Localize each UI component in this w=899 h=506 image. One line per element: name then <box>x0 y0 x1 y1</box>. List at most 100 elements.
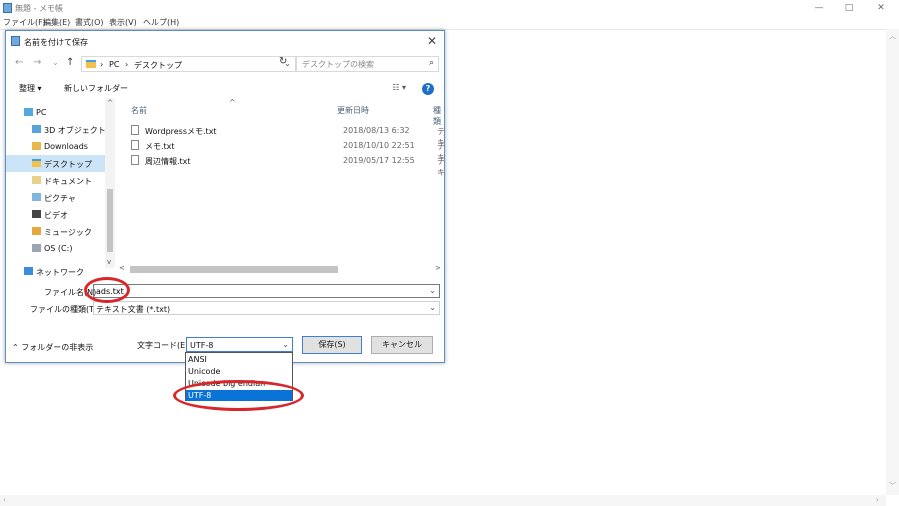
text-file-icon <box>131 125 139 135</box>
notepad-menubar: ファイル(F) 編集(E) 書式(O) 表示(V) ヘルプ(H) <box>0 16 899 29</box>
close-window-button[interactable]: ✕ <box>874 2 888 14</box>
nav-item-label: ピクチャ <box>44 194 76 203</box>
address-bar[interactable]: › PC › デスクトップ ⌄ <box>81 56 296 72</box>
editor-horizontal-scrollbar[interactable]: ‹ › <box>0 495 886 506</box>
music-icon <box>32 227 41 235</box>
view-options-icon[interactable]: ☷ ▾ <box>392 83 406 92</box>
filetype-select[interactable]: テキスト文書 (*.txt) ⌄ <box>93 301 440 315</box>
forward-arrow-icon[interactable]: → <box>33 57 41 68</box>
nav-item-label: ドキュメント <box>44 177 92 186</box>
up-arrow-icon[interactable]: ↑ <box>66 57 74 68</box>
nav-pane-scrollbar[interactable]: ^ v <box>105 98 115 268</box>
dialog-titlebar[interactable]: 名前を付けて保存 ✕ <box>6 31 444 51</box>
filetype-label: ファイルの種類(T): <box>30 305 100 314</box>
dialog-title: 名前を付けて保存 <box>24 38 88 47</box>
column-header-name[interactable]: 名前 <box>131 105 147 116</box>
nav-item-pc[interactable]: PC <box>6 104 106 121</box>
maximize-button[interactable]: □ <box>842 2 856 14</box>
encoding-option-ansi[interactable]: ANSI <box>186 354 292 365</box>
nav-item-downloads[interactable]: Downloads <box>6 138 106 155</box>
encoding-label: 文字コード(E): <box>137 341 191 350</box>
videos-icon <box>32 210 41 218</box>
dialog-close-button[interactable]: ✕ <box>424 33 440 49</box>
cancel-button[interactable]: キャンセル <box>371 336 433 354</box>
pc-icon <box>24 108 33 116</box>
nav-item-label: OS (C:) <box>44 244 73 253</box>
file-list-horizontal-scrollbar[interactable]: < > <box>117 264 444 275</box>
file-date: 2018/10/10 22:51 <box>343 141 415 150</box>
file-name: Wordpressメモ.txt <box>145 127 217 136</box>
recent-locations-chevron-icon[interactable]: ⌄ <box>52 58 59 67</box>
file-date: 2019/05/17 12:55 <box>343 156 415 165</box>
menu-help[interactable]: ヘルプ(H) <box>143 17 179 28</box>
encoding-select[interactable]: UTF-8 ⌄ <box>186 337 293 352</box>
annotation-circle-utf8 <box>173 380 304 411</box>
drive-icon <box>32 244 41 252</box>
file-date: 2018/08/13 6:32 <box>343 126 410 135</box>
search-icon[interactable]: ⌕ <box>429 58 434 68</box>
scroll-up-icon[interactable]: ^ <box>107 99 113 107</box>
filetype-value: テキスト文書 (*.txt) <box>96 305 171 314</box>
notepad-app-icon <box>3 3 12 13</box>
nav-item-label: PC <box>36 108 47 117</box>
nav-item-3d-objects[interactable]: 3D オブジェクト <box>6 121 106 138</box>
scroll-down-icon[interactable]: ﹀ <box>889 481 896 491</box>
file-type: テキ <box>437 157 445 177</box>
save-as-dialog: 名前を付けて保存 ✕ ← → ⌄ ↑ › PC › デスクトップ ⌄ ↻ ⌕ 整… <box>5 30 445 363</box>
encoding-option-unicode[interactable]: Unicode <box>186 366 292 377</box>
breadcrumb-pc[interactable]: PC <box>109 60 119 69</box>
menu-edit[interactable]: 編集(E) <box>43 17 70 28</box>
menu-format[interactable]: 書式(O) <box>75 17 104 28</box>
nav-item-videos[interactable]: ビデオ <box>6 206 106 223</box>
3d-objects-icon <box>32 125 41 133</box>
scroll-thumb[interactable] <box>107 189 113 252</box>
nav-item-music[interactable]: ミュージック <box>6 223 106 240</box>
scroll-up-icon[interactable]: ︿ <box>889 31 896 41</box>
breadcrumb-desktop[interactable]: デスクトップ <box>134 60 182 71</box>
back-arrow-icon[interactable]: ← <box>15 57 23 68</box>
chevron-down-icon[interactable]: ⌄ <box>429 286 436 295</box>
chevron-down-icon[interactable]: ⌄ <box>282 340 289 349</box>
search-input[interactable] <box>302 59 422 69</box>
nav-item-pictures[interactable]: ピクチャ <box>6 189 106 206</box>
editor-vertical-scrollbar[interactable]: ︿ ﹀ <box>886 29 899 495</box>
nav-item-network[interactable]: ネットワーク <box>6 263 106 280</box>
navigation-pane: PC 3D オブジェクト Downloads デスクトップ ドキュメント ピクチ… <box>6 98 115 268</box>
file-row[interactable]: Wordpressメモ.txt 2018/08/13 6:32 テキ <box>131 123 445 147</box>
nav-item-documents[interactable]: ドキュメント <box>6 172 106 189</box>
help-icon[interactable]: ? <box>422 83 434 95</box>
refresh-icon[interactable]: ↻ <box>279 56 287 67</box>
organize-button[interactable]: 整理 ▾ <box>19 83 42 94</box>
file-name: メモ.txt <box>145 142 175 151</box>
scroll-left-icon[interactable]: < <box>119 264 125 272</box>
menu-view[interactable]: 表示(V) <box>109 17 137 28</box>
nav-item-desktop[interactable]: デスクトップ <box>6 155 106 172</box>
column-header-date[interactable]: 更新日時 <box>337 105 369 116</box>
file-row[interactable]: 周辺情報.txt 2019/05/17 12:55 テキ <box>131 153 445 177</box>
search-field[interactable]: ⌕ <box>296 56 439 72</box>
hide-folders-toggle[interactable]: ⌃ フォルダーの非表示 <box>12 342 93 353</box>
scroll-thumb[interactable] <box>130 266 338 273</box>
nav-item-os-c[interactable]: OS (C:) <box>6 240 106 257</box>
nav-item-label: デスクトップ <box>44 160 92 169</box>
filename-input[interactable] <box>96 287 416 296</box>
minimize-button[interactable]: — <box>812 2 826 14</box>
notepad-titlebar: 無題 - メモ帳 — □ ✕ <box>0 0 899 16</box>
menu-file[interactable]: ファイル(F) <box>3 17 46 28</box>
network-icon <box>24 267 33 275</box>
desktop-folder-icon <box>86 60 96 68</box>
nav-item-label: ビデオ <box>44 211 68 220</box>
scroll-left-icon[interactable]: ‹ <box>3 496 6 504</box>
navigation-row: ← → ⌄ ↑ › PC › デスクトップ ⌄ ↻ ⌕ <box>6 53 444 75</box>
scroll-down-icon[interactable]: v <box>107 258 111 266</box>
command-bar: 整理 ▾ 新しいフォルダー ☷ ▾ ? <box>6 78 444 96</box>
chevron-down-icon[interactable]: ⌄ <box>429 303 436 312</box>
save-button[interactable]: 保存(S) <box>302 336 362 354</box>
nav-item-label: Downloads <box>44 142 88 151</box>
filename-field[interactable]: ⌄ <box>93 284 440 298</box>
file-row[interactable]: メモ.txt 2018/10/10 22:51 テキ <box>131 138 445 162</box>
new-folder-button[interactable]: 新しいフォルダー <box>64 83 128 94</box>
scroll-right-icon[interactable]: › <box>876 496 879 504</box>
scroll-right-icon[interactable]: > <box>435 264 441 272</box>
sort-ascending-icon: ^ <box>229 98 236 107</box>
